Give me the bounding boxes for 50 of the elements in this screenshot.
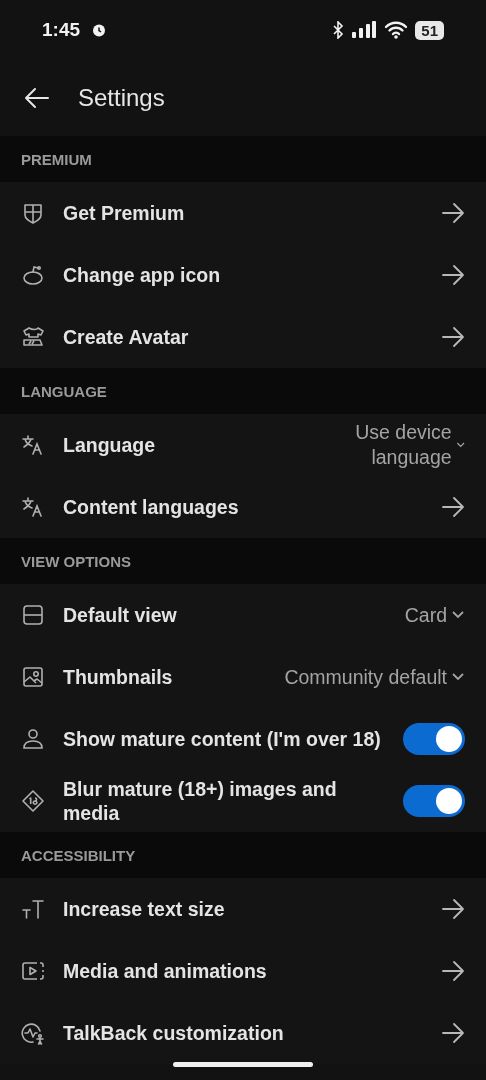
arrow-icon[interactable] xyxy=(441,1022,465,1044)
shield-icon xyxy=(21,201,45,225)
section-header: ACCESSIBILITY xyxy=(21,846,136,864)
status-time: 1:45 xyxy=(42,19,81,41)
setting-label: Increase text size xyxy=(63,897,226,921)
setting-label: Thumbnails xyxy=(63,665,174,689)
toggle-switch[interactable] xyxy=(403,785,465,817)
arrow-icon[interactable] xyxy=(441,898,465,920)
person-icon xyxy=(21,727,45,751)
accessibility-icon xyxy=(21,1021,45,1045)
dropdown[interactable]: Community default xyxy=(284,664,465,690)
section-header: VIEW OPTIONS xyxy=(21,552,131,570)
bluetooth-icon xyxy=(332,21,345,39)
text-size-icon xyxy=(21,897,45,921)
section-header: LANGUAGE xyxy=(21,382,107,400)
age-badge-icon xyxy=(21,789,45,813)
chevron-icon xyxy=(455,440,465,450)
dropdown[interactable]: Use device language xyxy=(330,420,465,470)
toggle-switch[interactable] xyxy=(403,723,465,755)
setting-label: Change app icon xyxy=(63,263,222,287)
play-frame-icon xyxy=(21,959,45,983)
setting-label: Content languages xyxy=(63,495,240,519)
battery-indicator: 51 xyxy=(415,20,444,40)
image-icon xyxy=(21,665,45,689)
dropdown[interactable]: Card xyxy=(404,602,465,628)
alarm-icon xyxy=(92,23,107,37)
screen-title: Settings xyxy=(78,84,165,112)
setting-label: Create Avatar xyxy=(63,325,190,349)
layout-icon xyxy=(21,603,45,627)
setting-label: Blur mature (18+) images and media xyxy=(63,777,338,825)
arrow-icon[interactable] xyxy=(441,264,465,286)
setting-label: TalkBack customization xyxy=(63,1021,285,1045)
setting-label: Media and animations xyxy=(63,959,268,983)
setting-label: Get Premium xyxy=(63,201,186,225)
arrow-icon[interactable] xyxy=(441,326,465,348)
setting-label: Language xyxy=(63,433,157,457)
signal-icon xyxy=(351,21,378,39)
arrow-icon[interactable] xyxy=(441,496,465,518)
setting-label: Show mature content (I'm over 18) xyxy=(63,727,382,751)
shirt-icon xyxy=(21,325,45,349)
wifi-icon xyxy=(384,21,409,39)
chevron-icon xyxy=(451,672,465,682)
arrow-icon[interactable] xyxy=(441,202,465,224)
chevron-icon xyxy=(451,610,465,620)
translate-icon xyxy=(21,495,45,519)
setting-label: Default view xyxy=(63,603,178,627)
back-button[interactable] xyxy=(24,87,50,109)
section-header: PREMIUM xyxy=(21,150,92,168)
translate-icon xyxy=(21,433,45,457)
arrow-icon[interactable] xyxy=(441,960,465,982)
